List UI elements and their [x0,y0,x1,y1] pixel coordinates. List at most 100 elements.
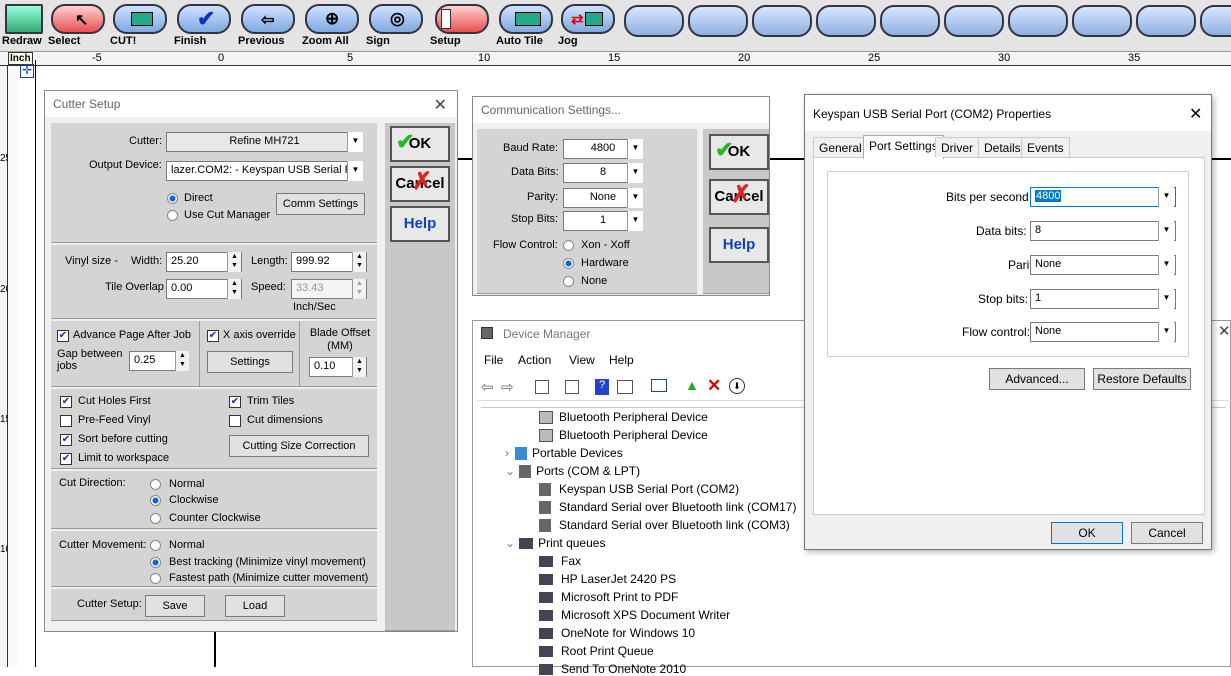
output-device-select[interactable]: lazer.COM2: - Keyspan USB Serial Po [166,161,363,181]
chevron-down-icon[interactable]: ▼ [1158,255,1174,275]
bits-per-second-select[interactable]: 4800 [1030,187,1176,207]
cut-button[interactable]: CUT! [110,4,170,48]
cancel-button[interactable]: Cancel ✗ [390,166,450,202]
tree-item[interactable]: Microsoft Print to PDF [539,590,678,604]
update-driver-icon[interactable] [565,380,579,394]
flow-hardware-radio[interactable] [563,258,574,269]
cutter-select[interactable]: Refine MH721 [166,132,363,152]
tree-item[interactable]: Microsoft XPS Document Writer [539,608,730,622]
cutting-size-correction-button[interactable]: Cutting Size Correction [229,435,369,457]
menu-help[interactable]: Help [609,353,634,367]
tab-port-settings[interactable]: Port Settings [863,135,944,159]
forward-arrow-icon[interactable]: ⇨ [501,378,514,396]
tree-item[interactable]: Send To OneNote 2010 [539,662,686,676]
flow-control-select[interactable]: None [1030,322,1176,342]
chevron-down-icon[interactable]: ▼ [347,161,363,181]
zoom-all-button[interactable]: ⊕ Zoom All [302,4,362,48]
tree-item[interactable]: Bluetooth Peripheral Device [539,428,708,443]
ok-button[interactable]: OK [1051,522,1123,544]
tree-item[interactable]: ⌄ Ports (COM & LPT) [505,464,640,479]
chevron-down-icon[interactable]: ⌄ [505,464,515,478]
chevron-down-icon[interactable]: ▼ [627,188,643,208]
stepper-icon[interactable]: ▲ ▼ [175,351,189,371]
chevron-down-icon[interactable]: ▼ [1158,187,1174,207]
chevron-down-icon[interactable]: ▼ [627,163,643,183]
download-icon[interactable]: ⬇ [729,378,745,394]
stepper-icon[interactable]: ▲ ▼ [227,252,241,272]
advanced-button[interactable]: Advanced... [989,368,1085,390]
cut-holes-first-checkbox[interactable]: ✔ [60,396,72,408]
tab-details[interactable]: Details [978,137,1027,157]
settings-button[interactable]: Settings [207,351,293,373]
movement-fastest-radio[interactable] [150,573,161,584]
auto-tile-button[interactable]: Auto Tile [496,4,556,48]
cancel-button[interactable]: Cancel ✗ [709,179,769,215]
chevron-down-icon[interactable]: ▼ [1158,322,1174,342]
back-arrow-icon[interactable]: ⇦ [481,378,494,396]
close-icon[interactable]: ✕ [434,95,447,115]
data-bits-select[interactable]: 8 [1030,221,1176,241]
movement-normal-radio[interactable] [150,540,161,551]
direction-normal-radio[interactable] [150,479,161,490]
chevron-down-icon[interactable]: ⌄ [505,536,515,550]
stepper-icon[interactable]: ▲ ▼ [227,279,241,299]
sign-button[interactable]: ◎ Sign [366,4,426,48]
tree-item[interactable]: Bluetooth Peripheral Device [539,410,708,425]
pre-feed-vinyl-checkbox[interactable] [60,415,72,427]
ok-button[interactable]: OK ✔ [709,134,769,170]
help-button[interactable]: Help [390,206,450,242]
parity-select[interactable]: None [1030,255,1176,275]
tree-item[interactable]: Fax [539,554,581,568]
use-cut-manager-radio[interactable] [167,210,178,221]
tree-item[interactable]: Standard Serial over Bluetooth link (COM… [539,518,790,533]
menu-file[interactable]: File [484,353,503,367]
uninstall-x-icon[interactable]: ✕ [707,376,721,396]
direction-clockwise-radio[interactable] [150,495,161,506]
stepper-icon[interactable]: ▲ ▼ [352,357,366,377]
close-icon[interactable]: ✕ [1189,104,1202,124]
stop-bits-select[interactable]: 1 [1030,289,1176,309]
load-button[interactable]: Load [225,595,285,617]
direct-radio[interactable] [167,193,178,204]
cut-dimensions-checkbox[interactable] [229,415,241,427]
menu-action[interactable]: Action [518,353,551,367]
direction-counter-radio[interactable] [150,513,161,524]
chevron-down-icon[interactable]: ▼ [627,139,643,159]
save-button[interactable]: Save [145,595,205,617]
help-button[interactable]: Help [709,227,769,263]
limit-to-workspace-checkbox[interactable]: ✔ [60,453,72,465]
tab-general[interactable]: General [813,137,868,157]
ok-button[interactable]: OK ✔ [390,126,450,162]
previous-button[interactable]: ⇦ Previous [238,4,298,48]
menu-view[interactable]: View [569,353,595,367]
tree-item[interactable]: ⌄ Print queues [505,536,605,550]
tree-item[interactable]: HP LaserJet 2420 PS [539,572,676,586]
movement-best-radio[interactable] [150,557,161,568]
trim-tiles-checkbox[interactable]: ✔ [229,396,241,408]
chevron-down-icon[interactable]: ▼ [1158,221,1174,241]
tree-item[interactable]: Standard Serial over Bluetooth link (COM… [539,500,796,515]
monitor-icon[interactable] [651,379,667,392]
cancel-button[interactable]: Cancel [1131,522,1203,544]
flow-none-radio[interactable] [563,276,574,287]
sort-before-cutting-checkbox[interactable]: ✔ [60,434,72,446]
advance-page-checkbox[interactable]: ✔ [57,330,69,342]
stepper-icon[interactable]: ▲ ▼ [352,279,366,299]
tree-item[interactable]: Keyspan USB Serial Port (COM2) [539,482,739,497]
comm-settings-button[interactable]: Comm Settings [276,193,365,215]
tab-driver[interactable]: Driver [935,137,979,157]
restore-defaults-button[interactable]: Restore Defaults [1093,368,1191,390]
chevron-right-icon[interactable]: › [505,446,509,460]
x-axis-override-checkbox[interactable]: ✔ [207,330,219,342]
stepper-icon[interactable]: ▲ ▼ [352,252,366,272]
select-button[interactable]: ↖ Select [48,4,108,48]
tab-events[interactable]: Events [1021,137,1070,157]
help-icon[interactable]: ? [595,379,609,395]
enable-device-icon[interactable]: ▲ [685,377,699,393]
view-resources-icon[interactable] [617,380,633,394]
setup-button[interactable]: Setup [430,4,494,48]
tree-item[interactable]: › Portable Devices [505,446,623,461]
close-icon[interactable]: ✕ [1218,322,1231,340]
chevron-down-icon[interactable]: ▼ [347,132,363,152]
chevron-down-icon[interactable]: ▼ [627,211,643,231]
